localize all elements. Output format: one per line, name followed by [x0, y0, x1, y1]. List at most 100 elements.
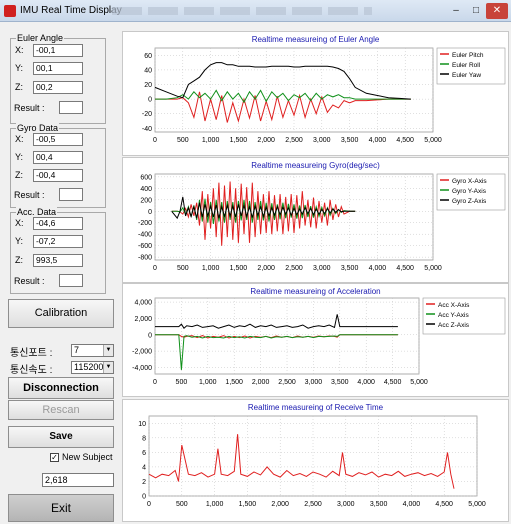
- y-tick-label: 60: [144, 53, 152, 60]
- legend-label: Gyro Z-Axis: [452, 198, 487, 205]
- x-tick-label: 0: [153, 265, 157, 272]
- x-tick-label: 1,000: [199, 379, 217, 386]
- window-title: IMU Real Time Display: [20, 5, 122, 16]
- y-tick-label: -800: [138, 255, 152, 262]
- acc-result-field[interactable]: [59, 274, 83, 287]
- speed-select[interactable]: 115200 ▼: [71, 361, 114, 374]
- x-tick-label: 5,000: [410, 379, 428, 386]
- close-button[interactable]: ✕: [486, 3, 508, 19]
- count-field[interactable]: 2,618: [42, 473, 114, 487]
- port-value: 7: [74, 345, 80, 355]
- y-tick-label: 2: [142, 479, 146, 486]
- acc-x-label: X:: [15, 218, 24, 228]
- euler-chart: 0 500 1,000 1,500 2,000 2,500 3,000 3,500 4,000 4…: [142, 47, 506, 144]
- x-tick-label: 0: [147, 501, 151, 508]
- gyro-result-label: Result :: [14, 190, 45, 200]
- acc-y-field[interactable]: -07,2: [33, 235, 83, 248]
- euler-chart-panel: Realtime measureing of Euler Angle 0 500 1…: [122, 31, 509, 156]
- app-icon: [4, 5, 16, 17]
- minimize-button[interactable]: –: [446, 3, 466, 19]
- acc-chart-panel: Realtime measureing of Acceleration 0 500…: [122, 283, 509, 397]
- acc-group-title: Acc. Data: [16, 207, 58, 217]
- gyro-y-field[interactable]: 00,4: [33, 151, 83, 164]
- maximize-button[interactable]: □: [467, 3, 485, 19]
- x-tick-label: 2,500: [278, 379, 296, 386]
- save-button[interactable]: Save: [8, 426, 114, 448]
- euler-result-label: Result :: [14, 103, 45, 113]
- gyro-z-field[interactable]: -00,4: [33, 169, 83, 182]
- gyro-x-field[interactable]: -00,5: [33, 133, 83, 146]
- y-tick-label: 600: [140, 174, 152, 181]
- x-tick-label: 4,000: [369, 265, 387, 272]
- x-tick-label: 2,500: [285, 137, 303, 144]
- x-tick-label: 2,000: [257, 137, 275, 144]
- x-tick-label: 0: [153, 379, 157, 386]
- y-tick-label: 400: [140, 186, 152, 193]
- chevron-down-icon[interactable]: ▼: [103, 345, 113, 356]
- y-tick-label: -4,000: [132, 365, 152, 372]
- legend-label: Gyro Y-Axis: [452, 188, 487, 195]
- exit-button[interactable]: Exit: [8, 494, 114, 522]
- x-tick-label: 0: [153, 137, 157, 144]
- acc-y-label: Y:: [15, 236, 24, 246]
- y-tick-label: 0: [148, 209, 152, 216]
- acc-z-label: Z:: [15, 255, 23, 265]
- legend-label: Gyro X-Axis: [452, 178, 487, 185]
- x-tick-label: 4,500: [396, 265, 414, 272]
- x-tick-label: 3,500: [341, 265, 359, 272]
- gyro-group-title: Gyro Data: [16, 123, 60, 133]
- x-tick-label: 4,500: [435, 501, 453, 508]
- x-tick-label: 4,500: [396, 137, 414, 144]
- acc-chart: 0 500 1,000 1,500 2,000 2,500 3,000 3,500 4,000 4…: [132, 297, 506, 386]
- calibration-button[interactable]: Calibration: [8, 299, 114, 328]
- gyro-result-field[interactable]: [59, 188, 83, 201]
- new-subject-label: New Subject: [62, 452, 113, 462]
- x-tick-label: 3,000: [305, 379, 323, 386]
- legend-label: Euler Pitch: [452, 52, 484, 59]
- x-tick-label: 1,000: [202, 265, 220, 272]
- x-tick-label: 2,500: [304, 501, 322, 508]
- x-tick-label: 1,000: [206, 501, 224, 508]
- port-select[interactable]: 7 ▼: [71, 344, 114, 357]
- gyro-y-label: Y:: [15, 152, 24, 162]
- x-tick-label: 4,500: [384, 379, 402, 386]
- y-tick-label: 200: [140, 197, 152, 204]
- x-tick-label: 1,500: [239, 501, 257, 508]
- x-tick-label: 3,500: [370, 501, 388, 508]
- legend-label: Euler Roll: [452, 62, 481, 69]
- blurred-title-area: [112, 7, 372, 15]
- x-tick-label: 2,000: [257, 265, 275, 272]
- euler-result-field[interactable]: [59, 101, 83, 114]
- x-tick-label: 5,000: [424, 137, 442, 144]
- euler-z-field[interactable]: 00,2: [33, 81, 83, 94]
- y-tick-label: 2,000: [134, 316, 152, 323]
- title-bar: IMU Real Time Display – □ ✕: [0, 0, 511, 22]
- x-tick-label: 3,000: [313, 265, 331, 272]
- y-tick-label: 0: [148, 97, 152, 104]
- acc-x-field[interactable]: -04,6: [33, 217, 83, 230]
- x-tick-label: 4,000: [369, 137, 387, 144]
- disconnection-button[interactable]: Disconnection: [8, 377, 114, 399]
- euler-x-field[interactable]: -00,1: [33, 44, 83, 57]
- legend-label: Acc X-Axis: [438, 302, 470, 309]
- receive-time-chart: 0 500 1,000 1,500 2,000 2,500 3,000 3,500 4,000 4…: [138, 415, 486, 508]
- y-tick-label: 10: [138, 421, 146, 428]
- x-tick-label: 500: [177, 137, 189, 144]
- speed-label: 통신속도 :: [10, 365, 53, 376]
- chevron-down-icon[interactable]: ▼: [103, 362, 113, 373]
- y-tick-label: -200: [138, 220, 152, 227]
- rescan-button[interactable]: Rescan: [8, 400, 114, 420]
- x-tick-label: 4,000: [357, 379, 375, 386]
- y-tick-label: 20: [144, 82, 152, 89]
- acc-z-field[interactable]: 993,5: [33, 254, 83, 267]
- new-subject-checkbox[interactable]: ✓: [50, 453, 59, 462]
- x-tick-label: 500: [177, 265, 189, 272]
- gyro-x-label: X:: [15, 134, 24, 144]
- x-tick-label: 2,000: [271, 501, 289, 508]
- euler-angle-group: Euler Angle X: -00,1 Y: 00,1 Z: 00,2 Res…: [10, 33, 106, 124]
- x-tick-label: 4,000: [403, 501, 421, 508]
- y-tick-label: -600: [138, 243, 152, 250]
- acc-result-label: Result :: [14, 276, 45, 286]
- euler-y-field[interactable]: 00,1: [33, 62, 83, 75]
- y-tick-label: -20: [142, 111, 152, 118]
